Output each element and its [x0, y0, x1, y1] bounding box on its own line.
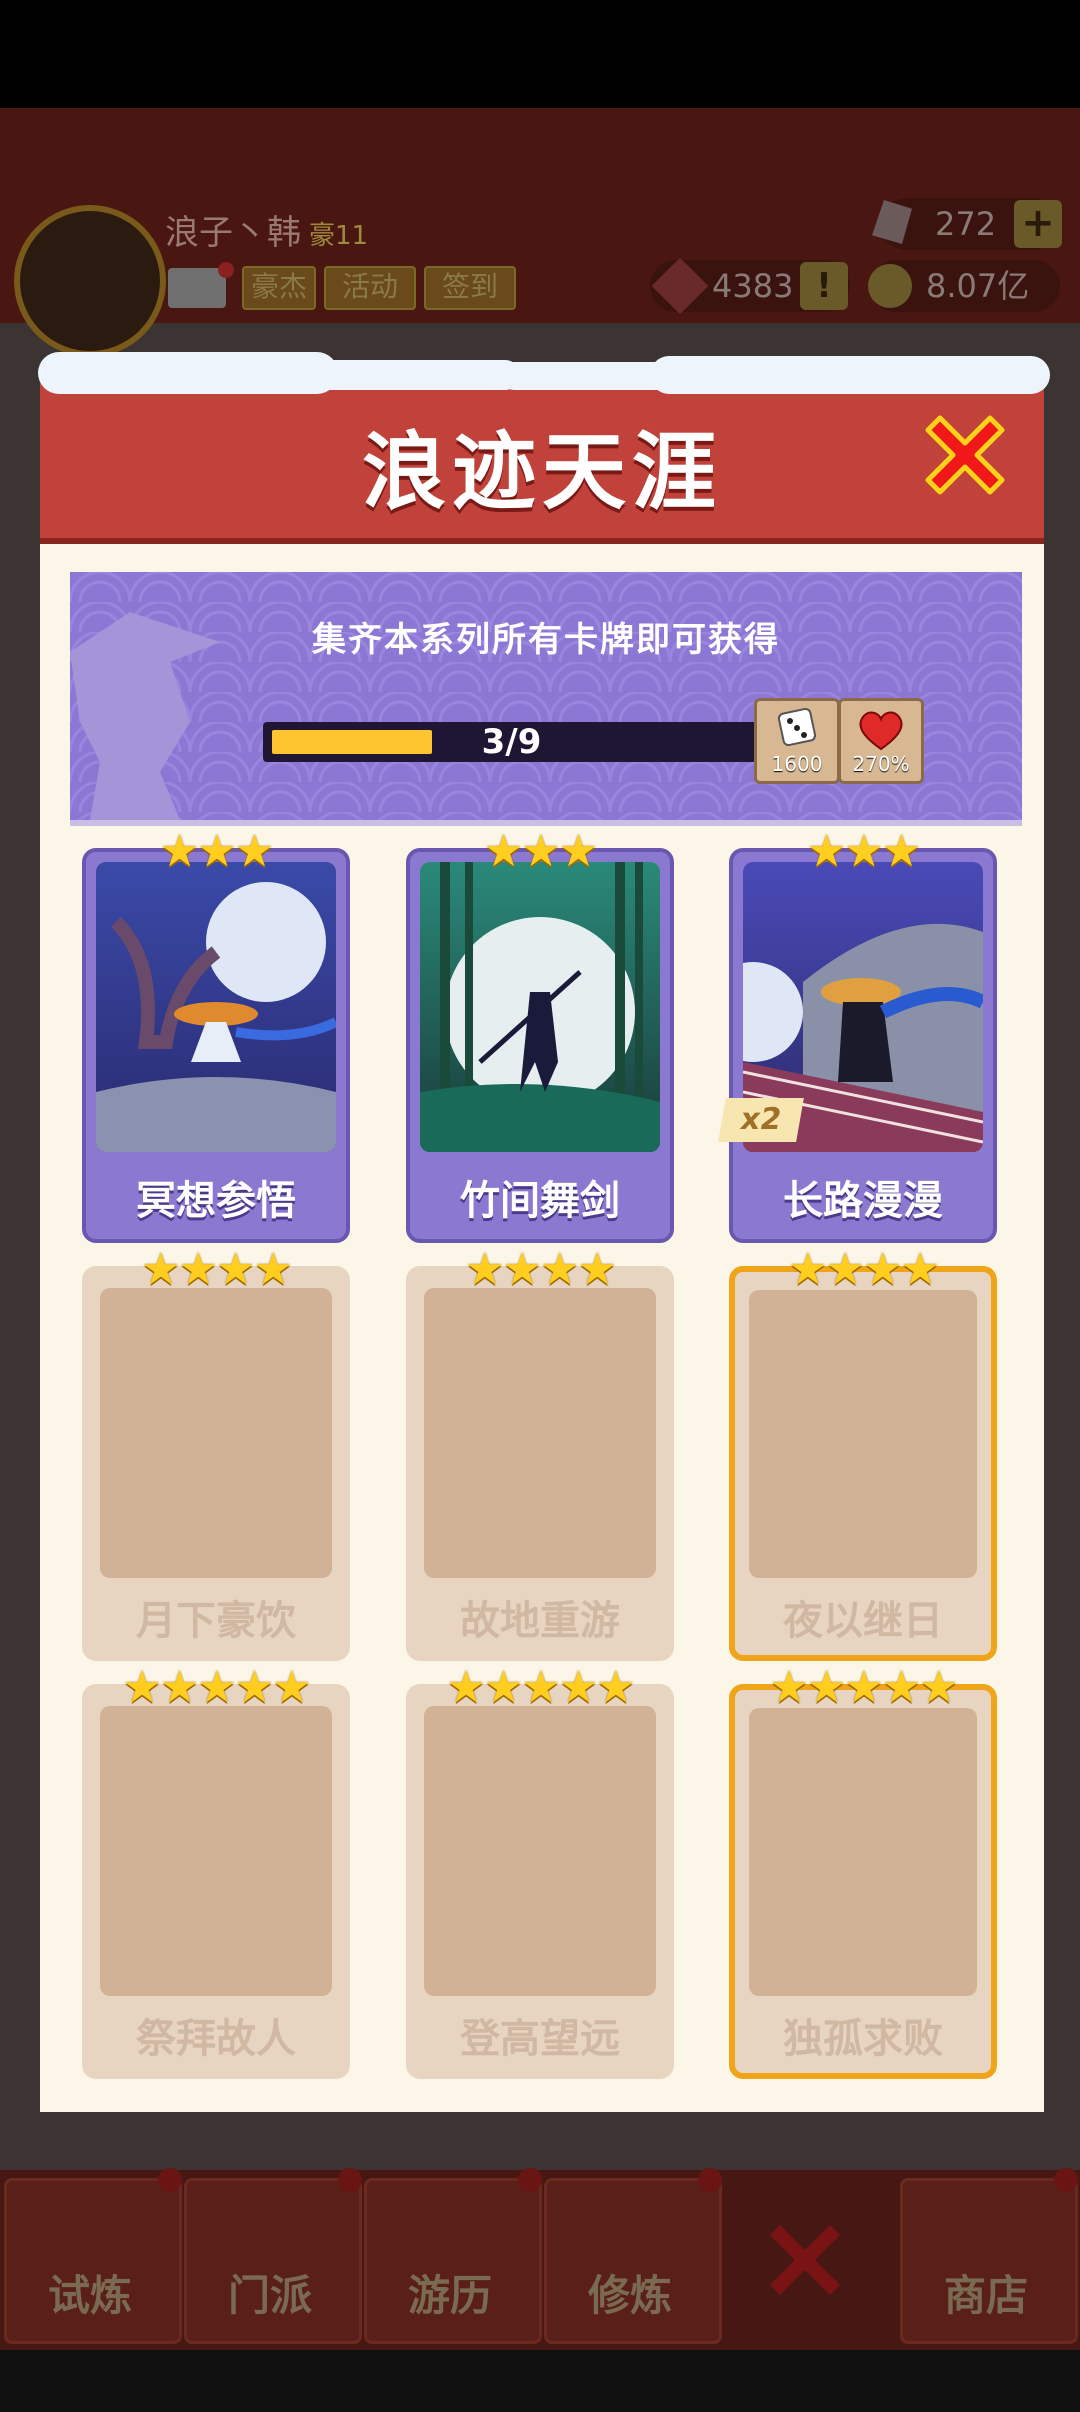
snow-decoration: [38, 352, 338, 394]
nav-dot: [338, 2168, 362, 2192]
tab-heroes[interactable]: 豪杰: [242, 266, 316, 310]
nav-trial-label: 试炼: [47, 2271, 132, 2320]
card-stars: ★★★★: [788, 1244, 940, 1295]
card-art-placeholder: [100, 1706, 332, 1996]
mail-icon[interactable]: [168, 268, 226, 308]
player-avatar[interactable]: [14, 205, 166, 357]
snow-decoration: [650, 356, 1050, 394]
card-art-meditation: [96, 862, 336, 1152]
close-icon[interactable]: [920, 410, 1010, 500]
card-art-placeholder: [749, 1708, 977, 1996]
card-art-bamboo: [420, 862, 660, 1152]
card-stars: ★★★★★: [122, 1662, 311, 1713]
nav-dot: [698, 2168, 722, 2192]
card-art-placeholder: [424, 1288, 656, 1578]
card-name: 竹间舞剑: [460, 1178, 620, 1224]
coin-icon: [868, 264, 912, 308]
banner-text: 集齐本系列所有卡牌即可获得: [312, 620, 780, 660]
card-stars: ★★★: [159, 826, 274, 877]
card-art-placeholder: [749, 1290, 977, 1578]
card-name: 长路漫漫: [783, 1178, 943, 1224]
progress-text: 3/9: [481, 722, 542, 762]
card-name: 月下豪饮: [136, 1598, 296, 1644]
tab-checkin[interactable]: 签到: [424, 266, 516, 310]
nav-shop-label: 商店: [943, 2271, 1028, 2320]
card-stars: ★★★: [806, 826, 921, 877]
nav-travel-label: 游历: [407, 2271, 492, 2320]
card-stars: ★★★★: [141, 1244, 293, 1295]
gesture-bar: [0, 2350, 1080, 2412]
card-stars: ★★★★: [465, 1244, 617, 1295]
reward-dice-label: 1600: [771, 752, 823, 776]
tokens-count: 4383: [712, 267, 794, 305]
card-name: 夜以继日: [783, 1598, 943, 1644]
card-stars: ★★★★★: [446, 1662, 635, 1713]
status-bar: [0, 0, 1080, 108]
card-name: 祭拜故人: [136, 2016, 296, 2062]
add-gems-button[interactable]: +: [1014, 200, 1062, 248]
card-stars: ★★★: [483, 826, 598, 877]
card-name: 独孤求败: [783, 2016, 943, 2062]
nav-close-icon[interactable]: [760, 2215, 850, 2305]
card-name: 冥想参悟: [136, 1178, 296, 1224]
nav-sect-label: 门派: [227, 2271, 312, 2320]
nav-dot: [158, 2168, 182, 2192]
nav-dot: [1054, 2168, 1078, 2192]
card-name: 登高望远: [460, 2016, 620, 2062]
card-stars: ★★★★★: [769, 1662, 958, 1713]
notification-dot: [218, 262, 234, 278]
nav-dot: [518, 2168, 542, 2192]
player-name: 浪子丶韩 豪11: [165, 205, 368, 254]
card-art-placeholder: [424, 1706, 656, 1996]
reward-heart-label: 270%: [852, 752, 910, 776]
tab-events[interactable]: 活动: [324, 266, 416, 310]
player-rank: 豪11: [309, 221, 369, 251]
coins-count: 8.07亿: [926, 267, 1030, 305]
gems-count: 272: [935, 205, 997, 243]
card-name: 故地重游: [460, 1598, 620, 1644]
card-count-badge: x2: [718, 1098, 804, 1142]
nav-cultivate-label: 修炼: [587, 2271, 672, 2320]
alert-button[interactable]: !: [800, 262, 848, 310]
player-name-text: 浪子丶韩: [165, 213, 301, 253]
card-art-placeholder: [100, 1288, 332, 1578]
modal-title: 浪迹天涯: [361, 423, 722, 521]
snow-decoration: [300, 360, 520, 390]
